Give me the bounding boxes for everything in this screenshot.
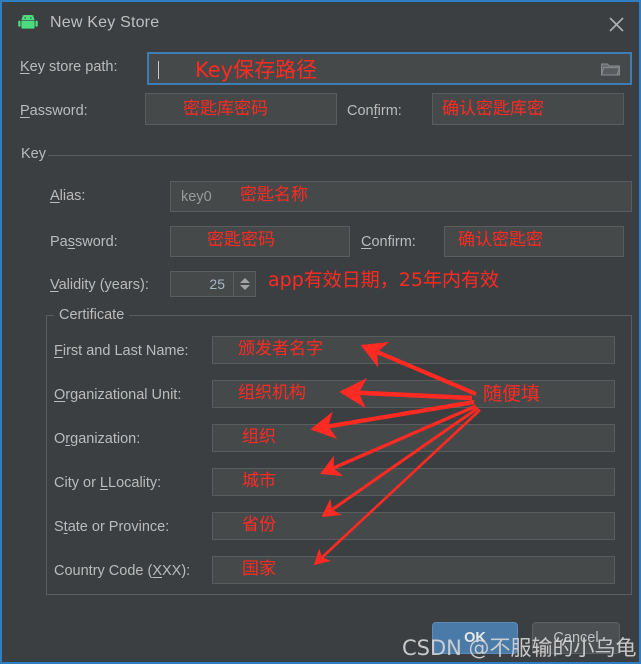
cert-first-last-name-label-text: irst and Last Name: (62, 343, 189, 359)
cert-state-input[interactable] (212, 512, 615, 540)
cert-city-label: City or LLocality: (54, 475, 162, 491)
key-password-input[interactable] (170, 226, 350, 257)
cert-country-input[interactable] (212, 556, 615, 584)
key-alias-label: Alias: (50, 188, 86, 204)
certificate-group-title: Certificate (54, 307, 130, 323)
key-confirm-label-text: onfirm: (371, 234, 416, 250)
keystore-path-label-text: ey store path: (29, 59, 118, 75)
cert-state-label-text: ate or Province: (67, 519, 170, 535)
window-title: New Key Store (50, 14, 160, 31)
chevron-up-icon[interactable] (239, 278, 250, 283)
key-validity-label-text: alidity (years): (58, 277, 149, 293)
android-robot-icon (18, 15, 38, 29)
cert-organization-label: Organization: (54, 431, 141, 447)
key-alias-label-text: lias: (59, 188, 86, 204)
cert-city-input[interactable] (212, 468, 615, 496)
cert-first-last-name-input[interactable] (212, 336, 615, 364)
key-alias-input[interactable]: key0 (170, 181, 632, 212)
validity-stepper[interactable] (234, 271, 256, 297)
cert-organization-label-text: ganization: (70, 431, 141, 447)
cert-organization-input[interactable] (212, 424, 615, 452)
key-password-label: Password: (50, 234, 118, 250)
key-group-divider (48, 155, 632, 156)
cert-city-label-text: Locality: (108, 475, 162, 491)
key-password-label-text: sword: (75, 234, 118, 250)
keystore-path-label: Key store path: (20, 59, 118, 75)
keystore-confirm-input[interactable] (432, 93, 624, 125)
keystore-path-input[interactable] (147, 52, 632, 85)
cert-first-last-name-label: First and Last Name: (54, 343, 189, 359)
cert-state-label: State or Province: (54, 519, 170, 535)
text-caret (158, 61, 159, 79)
cert-org-unit-input[interactable] (212, 380, 615, 408)
title-bar: New Key Store (4, 4, 639, 42)
close-icon (608, 16, 624, 32)
cert-org-unit-label-text: rganizational Unit: (65, 387, 182, 403)
annotation-validity: app有效日期，25年内有效 (268, 269, 499, 291)
key-validity-label: Validity (years): (50, 277, 149, 293)
keystore-password-label-text: assword: (29, 103, 88, 119)
ok-button-label: OK (464, 630, 486, 646)
new-key-store-dialog: New Key Store Key store path: Key保存路径 Pa… (0, 0, 641, 664)
folder-icon[interactable] (601, 61, 620, 76)
cert-org-unit-label: Organizational Unit: (54, 387, 182, 403)
key-alias-value: key0 (181, 188, 212, 205)
cancel-button[interactable]: Cancel (532, 622, 620, 654)
chevron-down-icon[interactable] (239, 285, 250, 290)
ok-button[interactable]: OK (432, 622, 518, 654)
key-group-title: Key (16, 146, 51, 162)
keystore-password-label: Password: (20, 103, 88, 119)
keystore-confirm-label-text: irm: (377, 103, 402, 119)
close-button[interactable] (601, 10, 631, 38)
key-confirm-input[interactable] (444, 226, 624, 257)
cert-country-label-text: XX): (162, 563, 191, 579)
keystore-confirm-label: Confirm: (347, 103, 402, 119)
cert-country-label: Country Code (XXX): (54, 563, 191, 579)
validity-input[interactable]: 25 (170, 271, 234, 297)
validity-value: 25 (209, 276, 225, 292)
key-confirm-label: Confirm: (361, 234, 416, 250)
keystore-password-input[interactable] (145, 93, 337, 125)
cancel-button-label: Cancel (553, 630, 599, 646)
